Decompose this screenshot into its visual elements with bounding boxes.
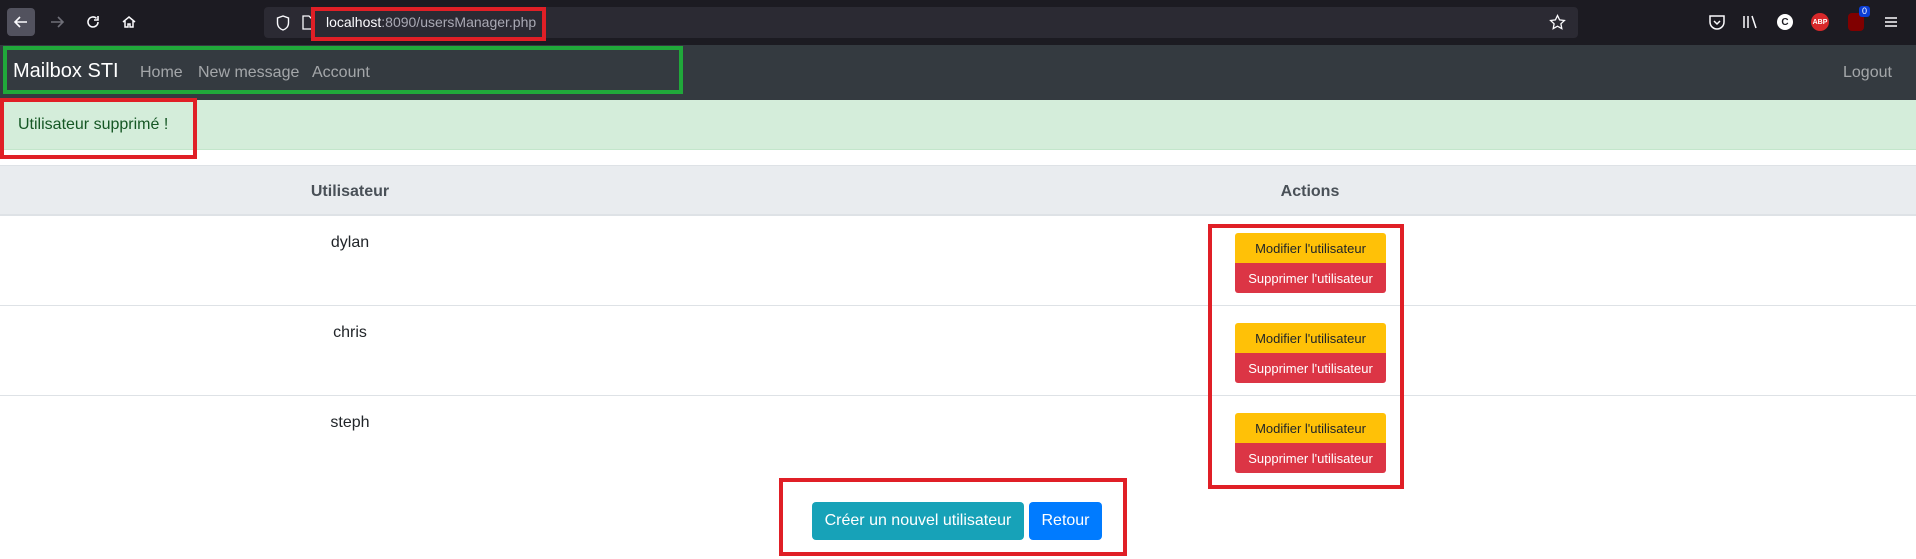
c-badge: C bbox=[1777, 14, 1793, 30]
pocket-icon[interactable] bbox=[1707, 12, 1727, 32]
table-row: chris Modifier l'utilisateur Supprimer l… bbox=[0, 306, 1916, 396]
home-icon bbox=[122, 16, 136, 28]
annotation-box-footer-buttons bbox=[779, 478, 1127, 556]
table-row: dylan Modifier l'utilisateur Supprimer l… bbox=[0, 216, 1916, 306]
column-header-actions: Actions bbox=[1280, 183, 1340, 200]
success-alert: Utilisateur supprimé ! bbox=[0, 100, 1916, 150]
reload-button[interactable] bbox=[79, 8, 107, 36]
reload-icon bbox=[87, 16, 99, 28]
username-cell: steph bbox=[330, 414, 370, 431]
annotation-box-alert bbox=[0, 98, 197, 159]
nav-link-logout[interactable]: Logout bbox=[1843, 64, 1892, 82]
shield-icon[interactable] bbox=[276, 15, 290, 31]
annotation-box-navbar bbox=[3, 46, 683, 94]
extension-c-icon[interactable]: C bbox=[1775, 12, 1795, 32]
adblock-plus-icon[interactable]: ABP bbox=[1810, 12, 1830, 32]
annotation-box-url bbox=[311, 7, 546, 41]
table-row: steph Modifier l'utilisateur Supprimer l… bbox=[0, 396, 1916, 486]
annotation-box-actions bbox=[1208, 224, 1404, 489]
browser-toolbar: localhost:8090/usersManager.php C ABP 0 bbox=[0, 0, 1916, 45]
ublock-badge: 0 bbox=[1848, 6, 1870, 31]
home-button[interactable] bbox=[115, 8, 143, 36]
column-header-user: Utilisateur bbox=[310, 183, 390, 200]
ublock-count: 0 bbox=[1858, 6, 1870, 17]
table-header: Utilisateur Actions bbox=[0, 165, 1916, 216]
arrow-right-icon bbox=[51, 16, 65, 28]
back-button[interactable] bbox=[7, 8, 35, 36]
bookmark-star-icon[interactable] bbox=[1549, 14, 1566, 31]
ublock-icon[interactable]: 0 bbox=[1846, 6, 1870, 32]
forward-button[interactable] bbox=[43, 8, 71, 36]
username-cell: dylan bbox=[330, 234, 370, 251]
hamburger-menu-icon[interactable] bbox=[1881, 12, 1901, 32]
library-icon[interactable] bbox=[1740, 12, 1760, 32]
arrow-left-icon bbox=[13, 16, 27, 28]
abp-badge: ABP bbox=[1811, 13, 1829, 31]
username-cell: chris bbox=[333, 324, 367, 341]
